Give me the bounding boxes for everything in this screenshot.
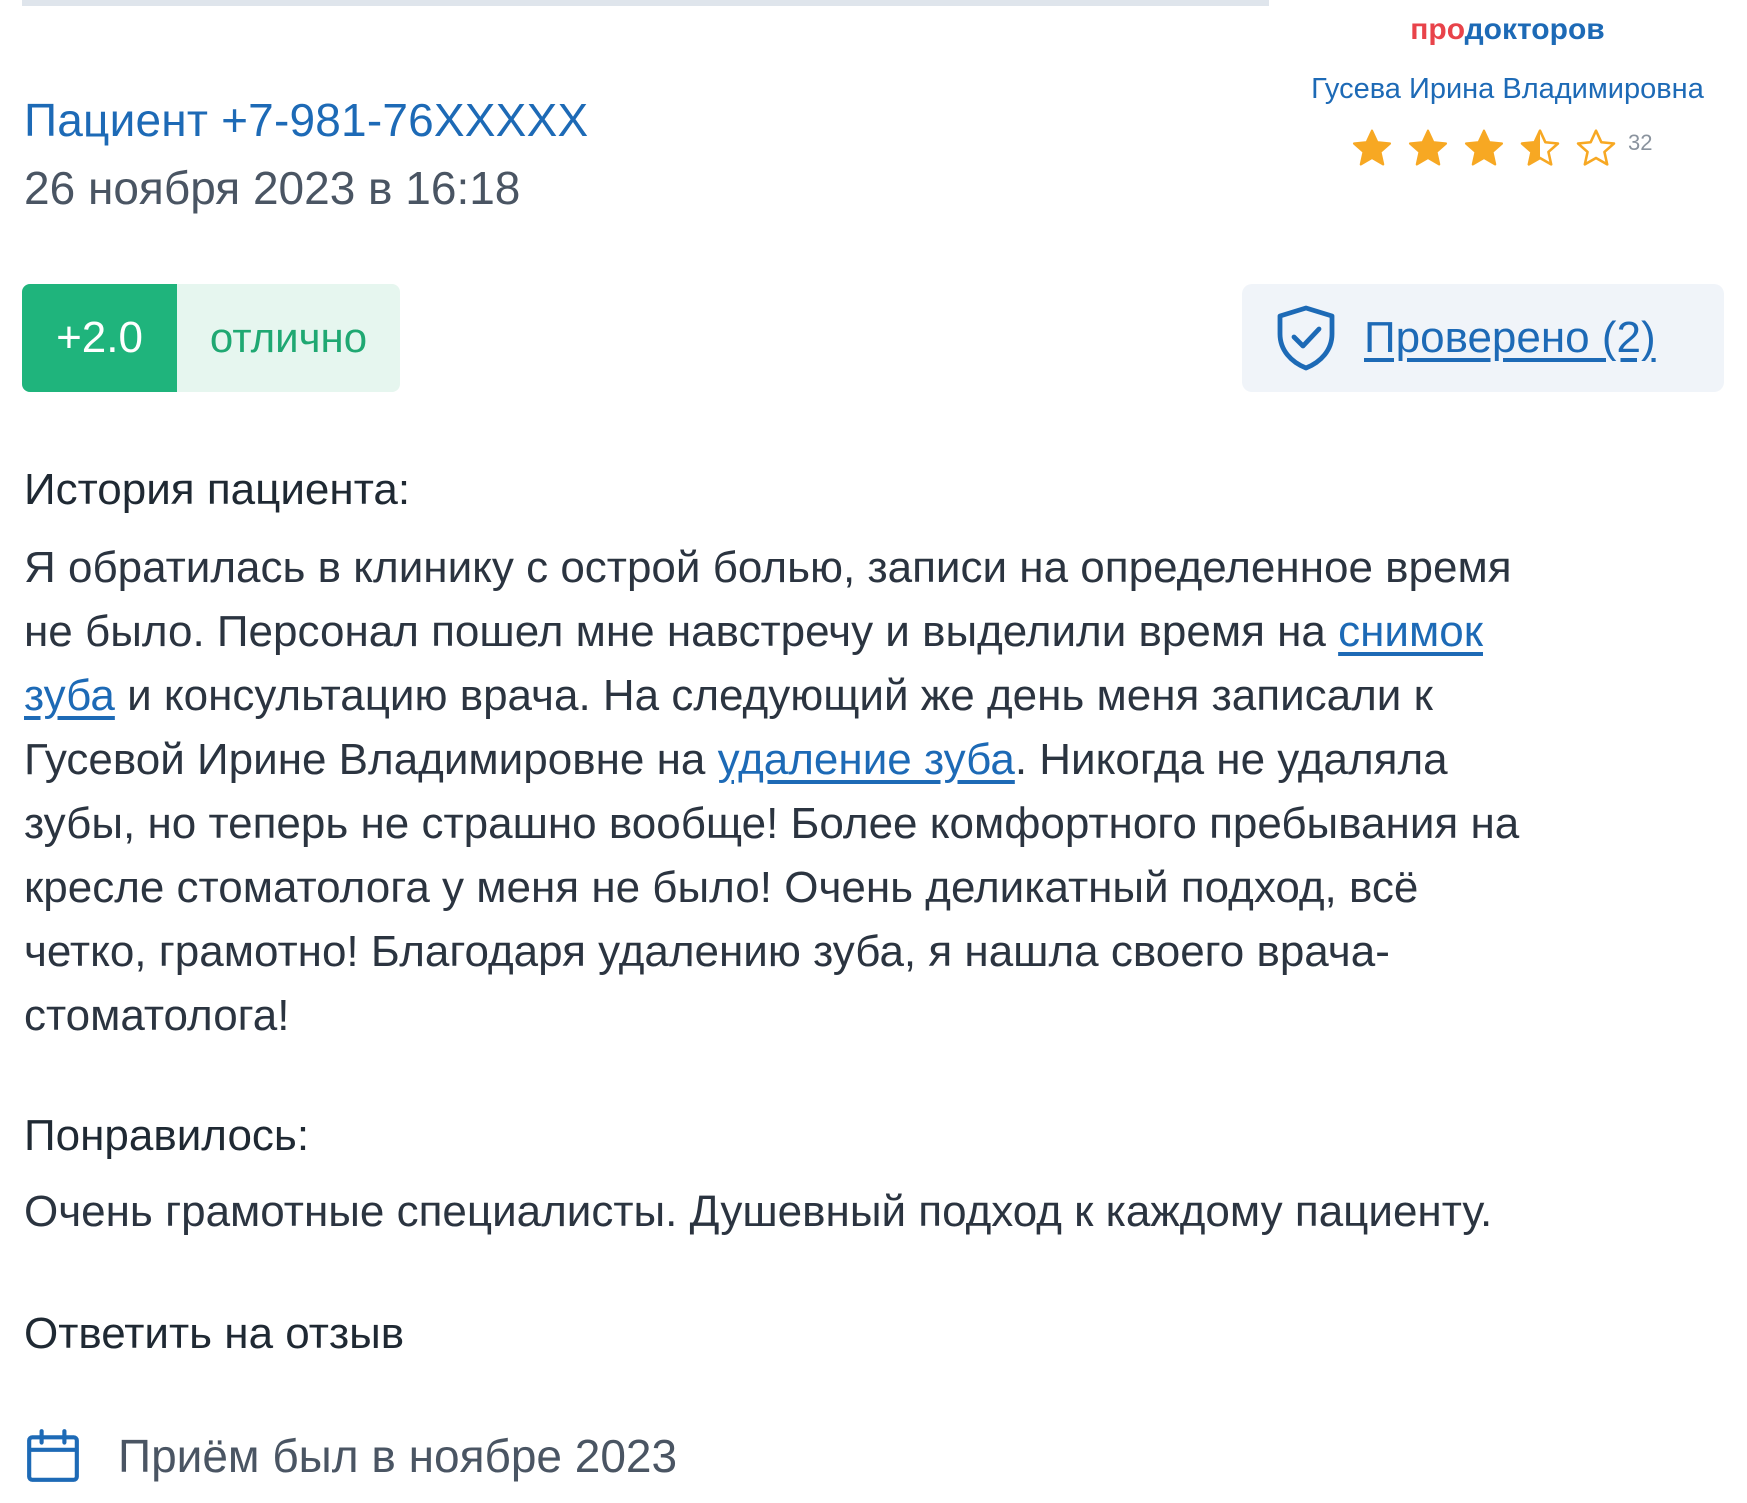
history-text-fragment: не было. Персонал пошел мне навстречу и … <box>24 607 1339 656</box>
history-line: кресле стоматолога у меня не было! Очень… <box>24 863 1419 912</box>
visit-info: Приём был в ноябре 2023 <box>24 1424 677 1488</box>
history-line: не было. Персонал пошел мне навстречу и … <box>24 600 1724 664</box>
rating-score: +2.0 <box>22 284 177 392</box>
doctor-widget: продокторов Гусева Ирина Владимировна 32 <box>1270 10 1745 170</box>
history-line: зубы, но теперь не страшно вообще! Более… <box>24 799 1520 848</box>
verified-block: Проверено (2) <box>1242 284 1724 392</box>
history-text-fragment: Гусевой Ирине Владимировне на <box>24 735 718 784</box>
calendar-icon <box>27 1429 79 1482</box>
logo-part-pro: про <box>1410 13 1465 46</box>
review-date: 26 ноября 2023 в 16:18 <box>24 162 521 214</box>
top-divider <box>22 0 1269 6</box>
verified-link[interactable]: Проверено (2) <box>1364 313 1656 363</box>
doctor-name-link[interactable]: Гусева Ирина Владимировна <box>1270 70 1745 108</box>
reviews-count: 32 <box>1628 130 1653 155</box>
history-text-fragment: . Никогда не удаляла <box>1014 735 1448 784</box>
history-line: четко, грамотно! Благодаря удалению зуба… <box>24 927 1390 976</box>
prodoctorov-logo[interactable]: продокторов <box>1270 10 1745 50</box>
star-full-icon <box>1352 129 1392 166</box>
liked-line: Очень грамотные специалисты. Душевный по… <box>24 1187 1493 1236</box>
link-tooth-extraction[interactable]: удаление зуба <box>718 735 1015 784</box>
shield-check-icon <box>1277 305 1335 371</box>
history-line: Я обратилась в клинику с острой болью, з… <box>24 543 1512 592</box>
star-full-icon <box>1464 129 1504 166</box>
patient-name: Пациент +7-981-76XXXXX <box>24 94 589 146</box>
history-title: История пациента: <box>24 465 411 514</box>
reply-to-review-link[interactable]: Ответить на отзыв <box>24 1306 404 1362</box>
rating-stars: 32 <box>1350 124 1652 174</box>
rating-badge: +2.0 отлично <box>22 284 400 392</box>
rating-label: отлично <box>209 314 368 361</box>
visit-date-text: Приём был в ноябре 2023 <box>118 1430 678 1482</box>
link-xray-continued[interactable]: зуба <box>24 671 115 720</box>
history-line: Гусевой Ирине Владимировне на удаление з… <box>24 728 1724 792</box>
liked-title: Понравилось: <box>24 1111 310 1160</box>
history-text: Я обратилась в клинику с острой болью, з… <box>24 536 1724 1048</box>
star-half-icon <box>1520 129 1560 166</box>
history-text-fragment: и консультацию врача. На следующий же де… <box>114 671 1433 720</box>
history-line: стоматолога! <box>24 991 290 1040</box>
logo-part-doctors: докторов <box>1464 13 1605 46</box>
history-line: зуба и консультацию врача. На следующий … <box>24 664 1724 728</box>
star-full-icon <box>1408 129 1448 166</box>
star-empty-icon <box>1576 129 1616 166</box>
link-xray[interactable]: снимок <box>1338 607 1483 656</box>
liked-text: Очень грамотные специалисты. Душевный по… <box>24 1180 1724 1244</box>
